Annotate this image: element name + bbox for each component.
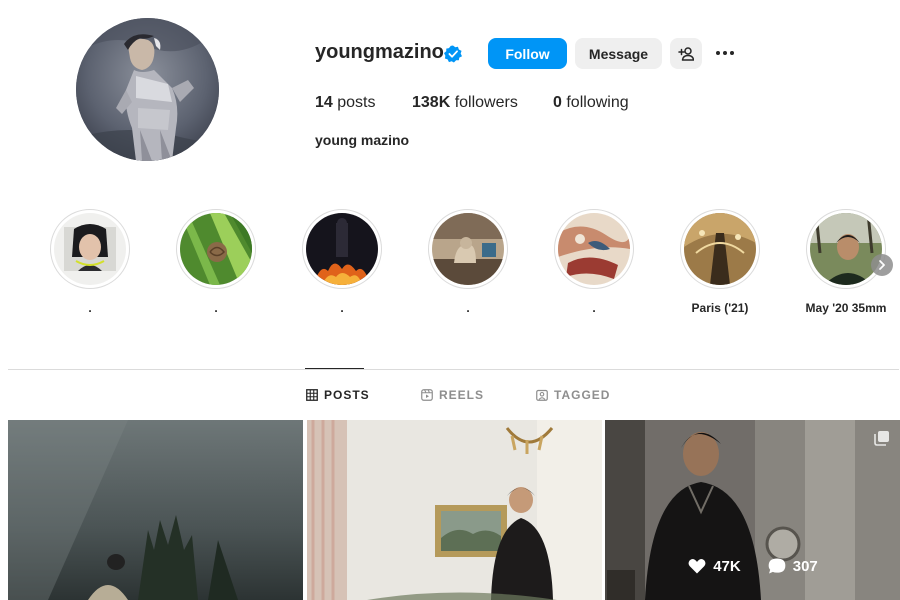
story-highlight[interactable]: . <box>554 209 634 315</box>
tabs-divider <box>8 369 899 370</box>
highlight-cover <box>432 213 504 285</box>
story-highlight[interactable]: . <box>302 209 382 315</box>
post-thumbnail[interactable] <box>307 420 602 600</box>
following-link[interactable]: 0 following <box>553 94 629 112</box>
suggested-users-button[interactable] <box>670 38 702 69</box>
heart-icon <box>688 559 706 574</box>
highlights-next-button[interactable] <box>871 254 893 276</box>
profile-avatar[interactable] <box>76 18 219 161</box>
post-image <box>307 420 602 600</box>
comment-icon <box>768 558 786 574</box>
story-highlight[interactable]: . <box>428 209 508 315</box>
post-hover-stats: 47K 307 <box>605 556 900 576</box>
highlight-label: May '20 35mm <box>805 301 887 315</box>
post-likes: 47K <box>687 556 741 576</box>
more-options-icon[interactable] <box>712 41 738 65</box>
posts-count: 14 posts <box>315 94 376 111</box>
grid-icon <box>306 389 318 401</box>
tagged-icon <box>536 389 548 401</box>
highlight-cover <box>810 213 882 285</box>
profile-username: youngmazino <box>315 41 444 63</box>
message-button[interactable]: Message <box>575 38 662 69</box>
tab-reels[interactable]: REELS <box>421 388 484 402</box>
post-image <box>8 420 303 600</box>
multiple-photos-icon <box>874 431 889 446</box>
post-thumbnail[interactable] <box>8 420 303 600</box>
highlight-cover <box>558 213 630 285</box>
highlight-label: . <box>466 301 470 315</box>
highlight-cover <box>684 213 756 285</box>
follow-button[interactable]: Follow <box>488 38 567 69</box>
story-highlight[interactable]: . <box>176 209 256 315</box>
verified-badge-icon <box>444 45 462 63</box>
highlight-cover <box>54 213 126 285</box>
followers-link[interactable]: 138K followers <box>412 94 518 112</box>
tab-tagged[interactable]: TAGGED <box>536 388 610 402</box>
highlight-label: . <box>214 301 218 315</box>
highlight-label: Paris ('21) <box>691 301 749 315</box>
highlight-label: . <box>592 301 596 315</box>
story-highlight[interactable]: Paris ('21) <box>680 209 760 315</box>
highlight-cover <box>180 213 252 285</box>
chevron-right-icon <box>879 260 885 270</box>
add-user-icon <box>678 46 694 61</box>
highlight-cover <box>306 213 378 285</box>
active-tab-indicator <box>305 368 364 369</box>
reels-icon <box>421 389 433 401</box>
post-thumbnail[interactable]: 47K 307 <box>605 420 900 600</box>
profile-full-name: young mazino <box>315 132 410 148</box>
post-comments: 307 <box>767 556 818 576</box>
story-highlight[interactable]: . <box>50 209 130 315</box>
tab-posts[interactable]: POSTS <box>306 388 370 402</box>
highlight-label: . <box>340 301 344 315</box>
highlight-label: . <box>88 301 92 315</box>
